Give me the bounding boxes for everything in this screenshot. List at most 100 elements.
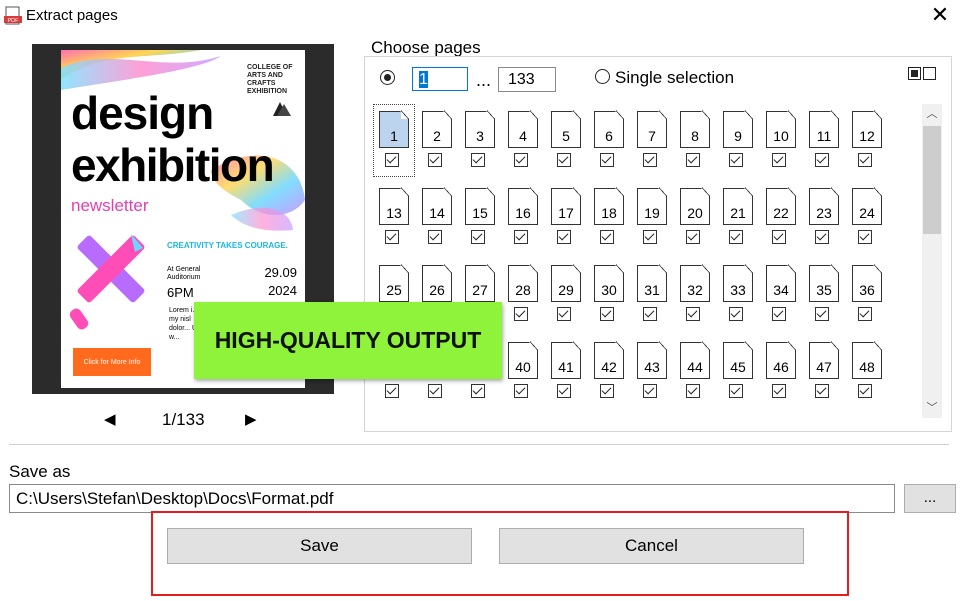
page-checkbox[interactable] <box>815 230 829 244</box>
page-checkbox[interactable] <box>600 230 614 244</box>
page-checkbox[interactable] <box>385 384 399 398</box>
single-selection-label[interactable]: Single selection <box>615 68 734 88</box>
page-thumb[interactable]: 50 <box>415 412 457 417</box>
page-checkbox[interactable] <box>815 307 829 321</box>
page-thumb[interactable]: 31 <box>630 258 672 330</box>
page-thumb[interactable]: 14 <box>415 181 457 253</box>
scroll-thumb[interactable] <box>923 126 941 234</box>
page-thumb[interactable]: 21 <box>716 181 758 253</box>
scroll-down-icon[interactable]: ﹀ <box>922 400 942 416</box>
page-thumb[interactable]: 11 <box>802 104 844 176</box>
page-checkbox[interactable] <box>557 230 571 244</box>
page-thumb[interactable]: 55 <box>630 412 672 417</box>
page-thumb[interactable]: 33 <box>716 258 758 330</box>
page-thumb[interactable]: 57 <box>716 412 758 417</box>
page-thumb[interactable]: 35 <box>802 258 844 330</box>
page-checkbox[interactable] <box>643 384 657 398</box>
page-checkbox[interactable] <box>471 153 485 167</box>
range-to-input[interactable]: 133 <box>498 67 556 92</box>
page-thumb[interactable]: 10 <box>759 104 801 176</box>
page-thumb[interactable]: 59 <box>802 412 844 417</box>
page-thumb[interactable]: 54 <box>587 412 629 417</box>
page-thumb[interactable]: 40 <box>501 335 543 407</box>
page-thumb[interactable]: 52 <box>501 412 543 417</box>
page-thumb[interactable]: 46 <box>759 335 801 407</box>
page-checkbox[interactable] <box>772 307 786 321</box>
page-checkbox[interactable] <box>385 230 399 244</box>
page-checkbox[interactable] <box>428 153 442 167</box>
page-thumb[interactable]: 53 <box>544 412 586 417</box>
page-thumb[interactable]: 49 <box>372 412 414 417</box>
page-checkbox[interactable] <box>643 230 657 244</box>
page-thumb[interactable]: 12 <box>845 104 887 176</box>
page-thumb[interactable]: 7 <box>630 104 672 176</box>
page-thumb[interactable]: 4 <box>501 104 543 176</box>
page-checkbox[interactable] <box>557 307 571 321</box>
page-checkbox[interactable] <box>858 153 872 167</box>
page-thumb[interactable]: 6 <box>587 104 629 176</box>
page-checkbox[interactable] <box>729 307 743 321</box>
page-checkbox[interactable] <box>686 230 700 244</box>
page-thumb[interactable]: 20 <box>673 181 715 253</box>
page-checkbox[interactable] <box>815 384 829 398</box>
page-thumb[interactable]: 19 <box>630 181 672 253</box>
page-checkbox[interactable] <box>729 230 743 244</box>
page-checkbox[interactable] <box>514 307 528 321</box>
page-thumb[interactable]: 60 <box>845 412 887 417</box>
range-from-input[interactable]: 1 <box>412 67 468 91</box>
single-selection-radio[interactable] <box>595 69 610 84</box>
page-checkbox[interactable] <box>471 384 485 398</box>
page-thumb[interactable]: 30 <box>587 258 629 330</box>
page-thumb[interactable]: 22 <box>759 181 801 253</box>
page-thumb[interactable]: 13 <box>372 181 414 253</box>
page-checkbox[interactable] <box>428 384 442 398</box>
page-thumb[interactable]: 3 <box>458 104 500 176</box>
page-checkbox[interactable] <box>600 384 614 398</box>
view-toggle-icon[interactable] <box>908 67 936 81</box>
page-checkbox[interactable] <box>686 384 700 398</box>
page-checkbox[interactable] <box>514 153 528 167</box>
page-checkbox[interactable] <box>686 307 700 321</box>
save-path-input[interactable]: C:\Users\Stefan\Desktop\Docs\Format.pdf <box>9 484 895 513</box>
page-thumb[interactable]: 24 <box>845 181 887 253</box>
page-checkbox[interactable] <box>772 153 786 167</box>
page-thumb[interactable]: 41 <box>544 335 586 407</box>
scroll-up-icon[interactable]: ︿ <box>922 106 942 122</box>
page-checkbox[interactable] <box>729 384 743 398</box>
page-thumb[interactable]: 36 <box>845 258 887 330</box>
page-thumb[interactable]: 58 <box>759 412 801 417</box>
page-checkbox[interactable] <box>686 153 700 167</box>
page-thumb[interactable]: 42 <box>587 335 629 407</box>
page-checkbox[interactable] <box>729 153 743 167</box>
page-thumb[interactable]: 8 <box>673 104 715 176</box>
page-thumb[interactable]: 32 <box>673 258 715 330</box>
save-button[interactable]: Save <box>167 528 472 564</box>
page-checkbox[interactable] <box>557 384 571 398</box>
page-checkbox[interactable] <box>600 153 614 167</box>
page-checkbox[interactable] <box>600 307 614 321</box>
page-thumb[interactable]: 34 <box>759 258 801 330</box>
next-page-icon[interactable]: ▶ <box>245 410 257 428</box>
close-icon[interactable]: ✕ <box>926 2 954 28</box>
page-checkbox[interactable] <box>643 307 657 321</box>
page-checkbox[interactable] <box>858 384 872 398</box>
page-checkbox[interactable] <box>772 384 786 398</box>
page-thumb[interactable]: 9 <box>716 104 758 176</box>
page-checkbox[interactable] <box>858 307 872 321</box>
page-thumb[interactable]: 56 <box>673 412 715 417</box>
range-radio[interactable] <box>380 70 395 85</box>
page-thumb[interactable]: 16 <box>501 181 543 253</box>
page-checkbox[interactable] <box>514 230 528 244</box>
page-thumb[interactable]: 28 <box>501 258 543 330</box>
page-thumb[interactable]: 2 <box>415 104 457 176</box>
browse-button[interactable]: ... <box>904 484 956 513</box>
page-checkbox[interactable] <box>815 153 829 167</box>
page-thumb[interactable]: 51 <box>458 412 500 417</box>
page-thumb[interactable]: 45 <box>716 335 758 407</box>
page-thumb[interactable]: 17 <box>544 181 586 253</box>
page-thumb[interactable]: 47 <box>802 335 844 407</box>
page-checkbox[interactable] <box>643 153 657 167</box>
page-checkbox[interactable] <box>428 230 442 244</box>
page-checkbox[interactable] <box>514 384 528 398</box>
page-thumb[interactable]: 43 <box>630 335 672 407</box>
